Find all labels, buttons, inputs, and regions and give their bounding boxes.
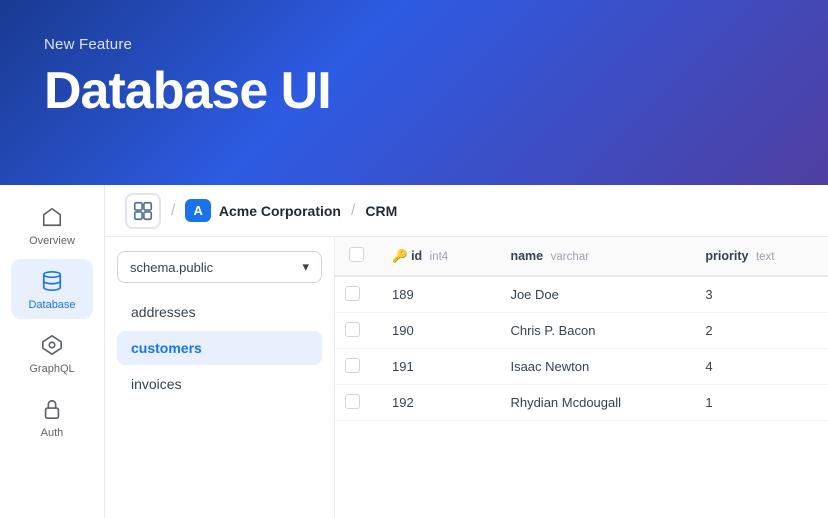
table-item-invoices[interactable]: invoices (117, 367, 322, 401)
sidebar-graphql-label: GraphQL (29, 363, 74, 375)
org-badge[interactable]: A (185, 199, 210, 222)
database-icon (38, 267, 66, 295)
overview-icon (38, 203, 66, 231)
row-checkbox-1[interactable] (345, 322, 360, 337)
row-checkbox-0[interactable] (345, 286, 360, 301)
schema-value: schema.public (130, 260, 213, 275)
row-checkbox-cell (335, 385, 378, 421)
sidebar-item-graphql[interactable]: GraphQL (11, 323, 93, 383)
cell-id-1: 190 (378, 313, 496, 349)
org-name: Acme Corporation (219, 203, 341, 219)
cell-name-0: Joe Doe (496, 276, 691, 313)
cell-priority-2: 4 (691, 349, 828, 385)
table-list: addresses customers invoices (117, 295, 322, 401)
main-area: Overview Database GraphQL (0, 185, 828, 518)
sidebar-item-overview[interactable]: Overview (11, 195, 93, 255)
sidebar: Overview Database GraphQL (0, 185, 105, 518)
sidebar-item-auth[interactable]: Auth (11, 387, 93, 447)
row-checkbox-cell (335, 313, 378, 349)
cell-priority-1: 2 (691, 313, 828, 349)
sidebar-overview-label: Overview (29, 235, 75, 247)
row-checkbox-cell (335, 349, 378, 385)
auth-icon (38, 395, 66, 423)
row-checkbox-2[interactable] (345, 358, 360, 373)
header-banner: New Feature Database UI (0, 0, 828, 185)
chevron-down-icon: ▾ (302, 259, 309, 275)
header-sub-label: New Feature (44, 36, 784, 53)
table-row: 191 Isaac Newton 4 (335, 349, 828, 385)
row-checkbox-3[interactable] (345, 394, 360, 409)
cell-priority-3: 1 (691, 385, 828, 421)
breadcrumb-db: CRM (365, 203, 397, 219)
content-panel: / A Acme Corporation / CRM schema.public… (105, 185, 828, 518)
header-title: Database UI (44, 61, 784, 121)
breadcrumb-sep-2: / (351, 202, 355, 220)
cell-priority-0: 3 (691, 276, 828, 313)
select-all-checkbox[interactable] (349, 247, 364, 262)
cell-id-0: 189 (378, 276, 496, 313)
app-logo (125, 193, 161, 229)
breadcrumb-bar: / A Acme Corporation / CRM (105, 185, 828, 237)
sidebar-auth-label: Auth (41, 427, 64, 439)
data-table: 🔑 id int4 name varchar priority text (335, 237, 828, 421)
key-icon: 🔑 (392, 249, 408, 263)
panel-body: schema.public ▾ addresses customers invo… (105, 237, 828, 518)
cell-id-3: 192 (378, 385, 496, 421)
table-row: 189 Joe Doe 3 (335, 276, 828, 313)
th-priority: priority text (691, 237, 828, 276)
sidebar-item-database[interactable]: Database (11, 259, 93, 319)
row-checkbox-cell (335, 276, 378, 313)
breadcrumb-sep-1: / (171, 202, 175, 220)
table-item-customers[interactable]: customers (117, 331, 322, 365)
table-row: 192 Rhydian Mcdougall 1 (335, 385, 828, 421)
cell-name-1: Chris P. Bacon (496, 313, 691, 349)
th-checkbox (335, 237, 378, 276)
org-icon: A (193, 203, 202, 218)
th-id: 🔑 id int4 (378, 237, 496, 276)
cell-name-2: Isaac Newton (496, 349, 691, 385)
graphql-icon (38, 331, 66, 359)
schema-selector[interactable]: schema.public ▾ (117, 251, 322, 283)
table-item-addresses[interactable]: addresses (117, 295, 322, 329)
data-table-panel[interactable]: 🔑 id int4 name varchar priority text (335, 237, 828, 518)
th-name: name varchar (496, 237, 691, 276)
sidebar-database-label: Database (28, 299, 75, 311)
cell-name-3: Rhydian Mcdougall (496, 385, 691, 421)
cell-id-2: 191 (378, 349, 496, 385)
table-row: 190 Chris P. Bacon 2 (335, 313, 828, 349)
table-list-panel: schema.public ▾ addresses customers invo… (105, 237, 335, 518)
